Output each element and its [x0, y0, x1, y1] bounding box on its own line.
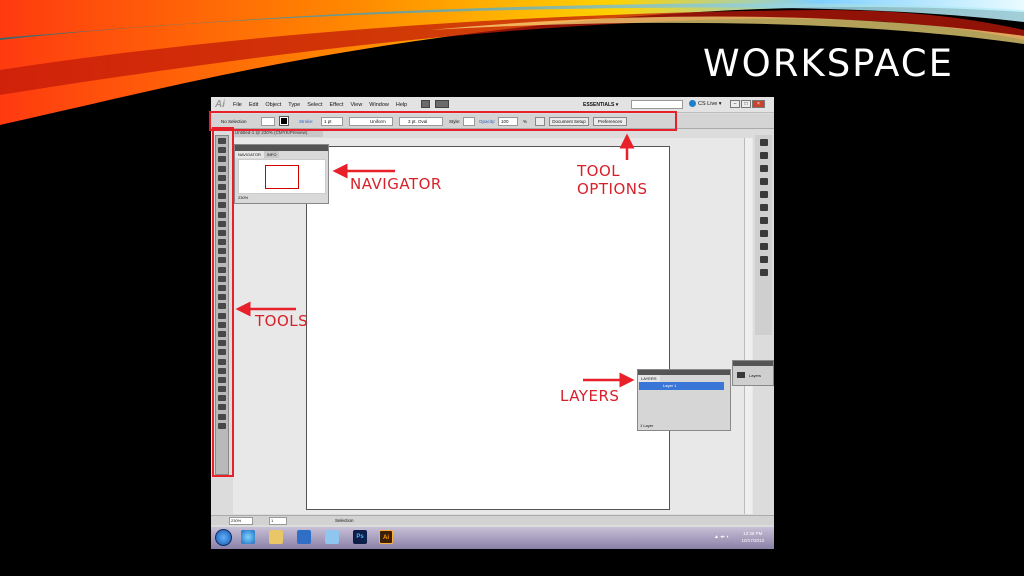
menu-effect[interactable]: Effect [330, 102, 344, 108]
app-logo: Ai [215, 99, 225, 110]
tab-navigator[interactable]: NAVIGATOR [235, 151, 264, 158]
brushes-panel-icon[interactable] [759, 178, 768, 185]
artboards-panel-icon[interactable] [759, 269, 768, 276]
internet-explorer-icon[interactable] [241, 530, 255, 544]
photoshop-icon[interactable]: Ps [353, 530, 367, 544]
stroke-panel-icon[interactable] [759, 204, 768, 211]
navigator-tabs: NAVIGATOR INFO [235, 151, 328, 158]
menu-view[interactable]: View [350, 102, 362, 108]
artboard[interactable] [306, 146, 670, 510]
bridge-icon[interactable] [421, 100, 430, 108]
document-tab[interactable]: Untitled-1 @ 230% (CMYK/Preview) [233, 130, 323, 137]
outlook-icon[interactable] [297, 530, 311, 544]
zoom-level-field[interactable]: 230% [229, 517, 253, 525]
maximize-button[interactable]: □ [741, 100, 751, 108]
navigator-panel: NAVIGATOR INFO 230% [234, 144, 329, 204]
color-guide-icon[interactable] [759, 152, 768, 159]
clock-time: 12:36 PM [743, 531, 763, 536]
layers-icon [737, 372, 745, 378]
windows-taskbar: Ps Ai ▲ ◂▪ ◖ 12:36 PM 10/17/2013 [211, 527, 774, 549]
tools-highlight [212, 127, 234, 477]
illustrator-icon[interactable]: Ai [379, 530, 393, 544]
minimize-button[interactable]: – [730, 100, 740, 108]
help-search-input[interactable] [631, 100, 683, 109]
start-button[interactable] [215, 529, 232, 546]
menu-file[interactable]: File [233, 102, 242, 108]
layers-collapsed-label: Layers [749, 373, 762, 378]
swatches-panel-icon[interactable] [759, 165, 768, 172]
panel-header[interactable] [733, 361, 773, 366]
clock-date: 10/17/2013 [741, 538, 764, 543]
media-icon[interactable] [325, 530, 339, 544]
transparency-panel-icon[interactable] [759, 230, 768, 237]
navigator-zoom[interactable]: 230% [238, 195, 248, 200]
annotation-layers: LAYERS [560, 387, 620, 405]
menu-items: File Edit Object Type Select Effect View… [233, 102, 407, 108]
menu-window[interactable]: Window [369, 102, 389, 108]
menu-type[interactable]: Type [288, 102, 300, 108]
graphic-styles-icon[interactable] [759, 256, 768, 263]
annotation-navigator: NAVIGATOR [350, 175, 442, 193]
close-button[interactable]: × [752, 100, 765, 108]
file-explorer-icon[interactable] [269, 530, 283, 544]
navigator-preview[interactable] [238, 159, 326, 194]
cs-live-label: CS Live ▾ [698, 100, 722, 107]
tab-info[interactable]: INFO [263, 151, 280, 158]
layers-panel: LAYERS ● Layer 1 1 Layer [637, 369, 731, 431]
annotation-tool-options: TOOL OPTIONS [577, 162, 648, 198]
layer-count: 1 Layer [640, 423, 654, 428]
taskbar-clock[interactable]: 12:36 PM 10/17/2013 [741, 530, 764, 544]
color-panel-icon[interactable] [759, 139, 768, 146]
cs-live-button[interactable]: CS Live ▾ [689, 100, 722, 107]
appearance-panel-icon[interactable] [759, 243, 768, 250]
menu-select[interactable]: Select [307, 102, 322, 108]
navigator-view-box[interactable] [265, 165, 299, 189]
right-panel-dock [755, 135, 772, 335]
cs-live-icon [689, 100, 696, 107]
arrange-documents-icon[interactable] [435, 100, 449, 108]
artboard-navigation-field[interactable]: 1 [269, 517, 287, 525]
layers-collapsed-panel[interactable]: Layers [732, 360, 774, 386]
layer-row[interactable]: Layer 1 [639, 382, 724, 390]
menu-object[interactable]: Object [265, 102, 281, 108]
slide-title: WORKSPACE [703, 42, 954, 85]
vertical-scrollbar[interactable] [744, 138, 752, 514]
gradient-panel-icon[interactable] [759, 217, 768, 224]
status-bar: 230% 1 Selection [211, 515, 774, 525]
system-tray-icons[interactable]: ▲ ◂▪ ◖ [714, 534, 729, 540]
symbols-panel-icon[interactable] [759, 191, 768, 198]
menu-help[interactable]: Help [396, 102, 407, 108]
workspace-switcher[interactable]: ESSENTIALS ▾ [583, 102, 618, 108]
status-display[interactable]: Selection [335, 518, 354, 523]
annotation-tools: TOOLS [255, 312, 309, 330]
tab-layers[interactable]: LAYERS [638, 375, 660, 382]
tool-options-highlight [209, 111, 677, 131]
menu-edit[interactable]: Edit [249, 102, 258, 108]
